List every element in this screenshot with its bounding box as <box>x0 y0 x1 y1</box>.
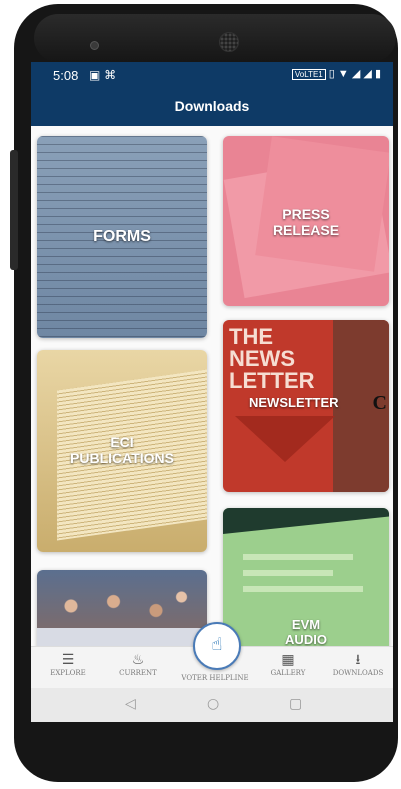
side-button <box>10 150 18 270</box>
nav-gallery-label: GALLERY <box>270 669 306 677</box>
press-release-card-label: PRESS RELEASE <box>272 206 340 239</box>
evm-dark-band <box>223 508 389 534</box>
wifi-icon: ▼ <box>337 68 349 80</box>
volte-badge: VoLTE1 <box>291 69 326 80</box>
nav-current-label: CURRENT <box>119 669 157 677</box>
page-title: Downloads <box>174 98 250 114</box>
app-screen: 5:08 ▣ ⌘ VoLTE1 ▯ ▼ ◢ ◢ ▮ Downloads FORM… <box>31 62 393 722</box>
evm-audio-card-label: EVM AUDIO <box>285 617 327 647</box>
newsletter-card[interactable]: THE NEWS LETTER NEWSLETTER C <box>223 320 389 492</box>
app-bar: Downloads <box>31 90 393 126</box>
status-right-icons: VoLTE1 ▯ ▼ ◢ ◢ ▮ <box>291 67 381 80</box>
front-camera <box>90 41 99 50</box>
download-icon: ⭳ <box>355 652 361 668</box>
status-time: 5:08 <box>53 68 79 83</box>
signal-icon: ◢ <box>363 68 372 80</box>
voter-helpline-label: VOTER HELPLINE <box>181 674 249 682</box>
evm-stripe <box>243 554 353 560</box>
image-icon: ▣ <box>89 68 101 82</box>
newsletter-card-label: NEWSLETTER <box>249 395 339 410</box>
earpiece-speaker <box>219 32 239 52</box>
vibrate-icon: ▯ <box>328 68 335 80</box>
usb-icon: ⌘ <box>104 68 117 82</box>
status-left-icons: ▣ ⌘ <box>89 68 116 82</box>
system-nav-bar: ◁ ○ ▢ <box>31 688 393 722</box>
home-icon[interactable]: ○ <box>207 697 219 711</box>
press-paper-image <box>255 136 389 272</box>
arrow-shape <box>235 416 335 462</box>
nav-gallery[interactable]: ▦ GALLERY <box>257 647 319 689</box>
evm-stripe <box>243 570 333 576</box>
nav-downloads-label: DOWNLOADS <box>332 669 384 677</box>
press-release-card[interactable]: PRESS RELEASE <box>223 136 389 306</box>
menu-icon: ☰ <box>61 652 75 668</box>
nav-current[interactable]: ♨ CURRENT <box>107 647 169 689</box>
eci-publications-card[interactable]: ECI PUBLICATIONS <box>37 350 207 552</box>
newsletter-art-text: THE NEWS LETTER <box>229 324 315 393</box>
nav-downloads[interactable]: ⭳ DOWNLOADS <box>327 647 389 689</box>
nav-explore[interactable]: ☰ EXPLORE <box>37 647 99 689</box>
voter-hand-icon: ☝ <box>211 634 223 655</box>
voter-helpline-button[interactable]: ☝ <box>193 622 241 670</box>
phone-top-bezel <box>34 14 396 62</box>
recents-icon[interactable]: ▢ <box>289 697 302 711</box>
forms-card-label: FORMS <box>93 228 151 245</box>
flame-icon: ♨ <box>131 652 145 668</box>
back-icon[interactable]: ◁ <box>125 697 136 711</box>
evm-audio-card[interactable]: EVM AUDIO <box>223 508 389 658</box>
signal-icon: ◢ <box>351 68 361 80</box>
eci-publications-card-label: ECI PUBLICATIONS <box>70 434 174 467</box>
evm-stripe <box>243 586 363 592</box>
nav-explore-label: EXPLORE <box>50 669 86 677</box>
forms-card[interactable]: FORMS <box>37 136 207 338</box>
gallery-icon: ▦ <box>281 652 295 668</box>
newsletter-decor-letter: C <box>372 392 387 414</box>
battery-icon: ▮ <box>374 68 381 80</box>
status-bar: 5:08 ▣ ⌘ VoLTE1 ▯ ▼ ◢ ◢ ▮ <box>31 62 393 90</box>
